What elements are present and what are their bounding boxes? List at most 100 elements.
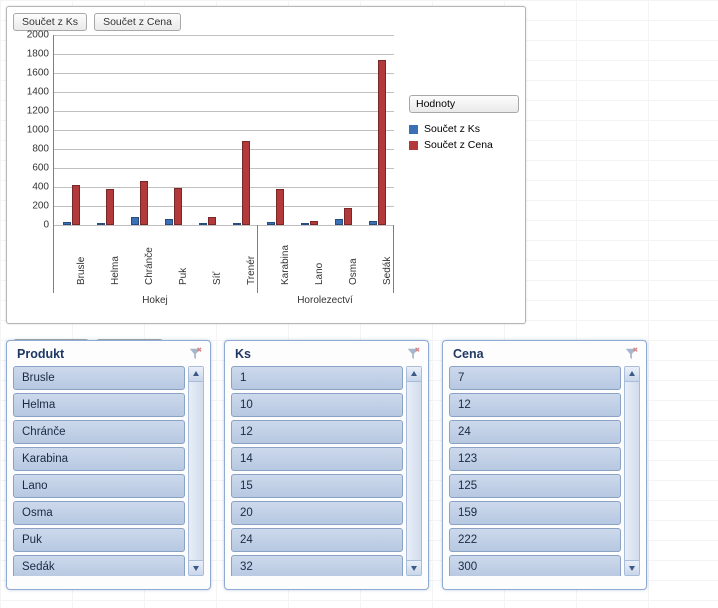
slicer-item[interactable]: 10 [231, 393, 403, 417]
bar-group [265, 189, 285, 225]
bar-ks [131, 217, 139, 225]
slicer-ks-title: Ks [235, 347, 251, 361]
slicer-item[interactable]: 24 [231, 528, 403, 552]
slicer-item[interactable]: 123 [449, 447, 621, 471]
slicer-item[interactable]: 300 [449, 555, 621, 576]
bar-cena [276, 189, 284, 225]
x-tick-label: Helma [110, 256, 121, 285]
gridline [54, 149, 394, 150]
bar-cena [140, 181, 148, 225]
gridline [54, 35, 394, 36]
clear-filter-icon[interactable] [406, 347, 420, 361]
bar-group [197, 217, 217, 225]
slicer-item[interactable]: Helma [13, 393, 185, 417]
x-tick-label: Síť [212, 272, 223, 285]
scroll-up-icon[interactable] [189, 367, 203, 382]
slicer-item[interactable]: Sedák [13, 555, 185, 576]
slicer-item[interactable]: 15 [231, 474, 403, 498]
y-tick-label: 800 [13, 144, 49, 155]
bar-ks [369, 221, 377, 225]
x-tick-label: Lano [314, 263, 325, 285]
chart-plot: Hodnoty Součet z Ks Součet z Cena 020040… [13, 35, 519, 285]
y-tick-label: 1800 [13, 49, 49, 60]
y-tick-label: 1600 [13, 68, 49, 79]
slicer-item[interactable]: Karabina [13, 447, 185, 471]
gridline [54, 92, 394, 93]
scrollbar[interactable] [406, 366, 422, 576]
legend-swatch-cena [409, 141, 418, 150]
plot-area [53, 35, 394, 226]
slicer-produkt-title: Produkt [17, 347, 64, 361]
gridline [54, 130, 394, 131]
gridline [54, 168, 394, 169]
scroll-up-icon[interactable] [407, 367, 421, 382]
bar-group [299, 221, 319, 225]
bar-ks [301, 223, 309, 225]
gridline [54, 73, 394, 74]
legend-title[interactable]: Hodnoty [409, 95, 519, 113]
x-tick-label: Brusle [76, 257, 87, 285]
slicer-item[interactable]: Osma [13, 501, 185, 525]
slicer-item[interactable]: Chránče [13, 420, 185, 444]
bar-cena [310, 221, 318, 225]
slicer-item[interactable]: 1 [231, 366, 403, 390]
slicer-ks: Ks 1 10 12 14 15 20 24 32 [224, 340, 429, 590]
bar-group [163, 188, 183, 225]
slicer-item[interactable]: Brusle [13, 366, 185, 390]
slicer-item[interactable]: 159 [449, 501, 621, 525]
slicer-item[interactable]: Puk [13, 528, 185, 552]
y-tick-label: 1400 [13, 87, 49, 98]
scrollbar[interactable] [624, 366, 640, 576]
bar-ks [165, 219, 173, 225]
slicer-item[interactable]: 14 [231, 447, 403, 471]
x-tick-label: Osma [348, 258, 359, 285]
bar-group [231, 141, 251, 225]
scroll-up-icon[interactable] [625, 367, 639, 382]
category-separator [393, 225, 394, 293]
bar-ks [63, 222, 71, 225]
y-tick-label: 1000 [13, 125, 49, 136]
slicer-item[interactable]: 12 [231, 420, 403, 444]
slicer-item[interactable]: 12 [449, 393, 621, 417]
scroll-down-icon[interactable] [407, 560, 421, 575]
slicer-cena: Cena 71224123125159222300 [442, 340, 647, 590]
x-tick-label: Trenér [246, 256, 257, 285]
y-tick-label: 400 [13, 182, 49, 193]
slicer-item[interactable]: 32 [231, 555, 403, 576]
category-label-horolezectvi: Horolezectví [257, 295, 393, 306]
slicer-item[interactable]: 125 [449, 474, 621, 498]
legend-item-cena: Součet z Cena [409, 139, 519, 151]
chart-legend: Hodnoty Součet z Ks Součet z Cena [409, 95, 519, 155]
y-tick-label: 2000 [13, 30, 49, 41]
clear-filter-icon[interactable] [624, 347, 638, 361]
slicer-item[interactable]: Lano [13, 474, 185, 498]
bar-cena [174, 188, 182, 225]
bar-cena [72, 185, 80, 225]
bar-group [333, 208, 353, 225]
bar-group [61, 185, 81, 225]
y-tick-label: 600 [13, 163, 49, 174]
scrollbar[interactable] [188, 366, 204, 576]
slicer-item[interactable]: 222 [449, 528, 621, 552]
legend-label-ks: Součet z Ks [424, 123, 480, 135]
legend-swatch-ks [409, 125, 418, 134]
bar-cena [208, 217, 216, 225]
bar-ks [97, 223, 105, 225]
legend-label-cena: Součet z Cena [424, 139, 493, 151]
clear-filter-icon[interactable] [188, 347, 202, 361]
scroll-down-icon[interactable] [189, 560, 203, 575]
slicer-item[interactable]: 20 [231, 501, 403, 525]
gridline [54, 111, 394, 112]
gridline [54, 225, 394, 226]
x-tick-label: Chránče [144, 247, 155, 285]
scroll-down-icon[interactable] [625, 560, 639, 575]
field-button-soucet-cena[interactable]: Součet z Cena [94, 13, 181, 31]
field-button-soucet-ks[interactable]: Součet z Ks [13, 13, 87, 31]
x-tick-label: Sedák [382, 257, 393, 285]
bar-cena [106, 189, 114, 225]
bar-cena [378, 60, 386, 225]
x-tick-label: Karabina [280, 245, 291, 285]
slicer-item[interactable]: 24 [449, 420, 621, 444]
slicer-item[interactable]: 7 [449, 366, 621, 390]
bar-ks [335, 219, 343, 225]
